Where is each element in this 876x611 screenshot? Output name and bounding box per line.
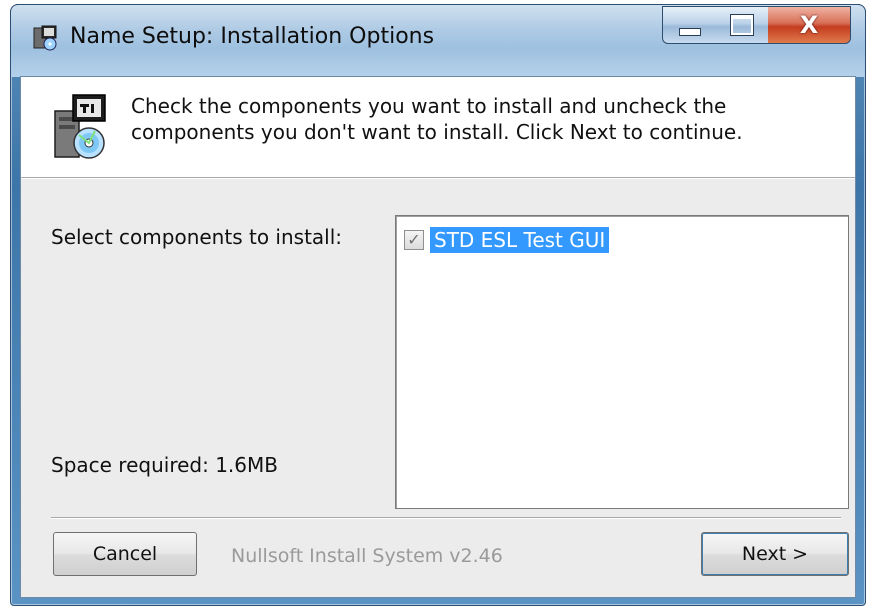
component-checkbox[interactable]: ✓ [404,230,424,250]
select-components-label: Select components to install: [51,225,343,249]
minimize-icon [679,28,701,36]
checkmark-icon: ✓ [407,230,421,249]
footer-divider [51,517,841,519]
components-list[interactable]: ✓ STD ESL Test GUI [395,215,849,509]
installer-title-icon [33,25,57,51]
window-title: Name Setup: Installation Options [70,24,435,49]
close-icon: X [799,11,819,39]
cancel-button[interactable]: Cancel [53,532,197,576]
component-label[interactable]: STD ESL Test GUI [430,227,610,253]
installer-icon [54,94,106,159]
close-button[interactable]: X [768,6,851,44]
branding-text: Nullsoft Install System v2.46 [231,545,503,567]
header-divider [21,177,855,179]
dialog-body: Check the components you want to install… [20,76,856,598]
space-required-label: Space required: 1.6MB [51,453,278,477]
component-item[interactable]: ✓ STD ESL Test GUI [404,226,610,254]
maximize-icon [730,14,754,36]
next-button[interactable]: Next > [701,532,849,576]
minimize-button[interactable] [662,6,718,44]
header-panel: Check the components you want to install… [21,77,855,177]
header-description: Check the components you want to install… [131,94,743,144]
maximize-button[interactable] [716,6,769,44]
